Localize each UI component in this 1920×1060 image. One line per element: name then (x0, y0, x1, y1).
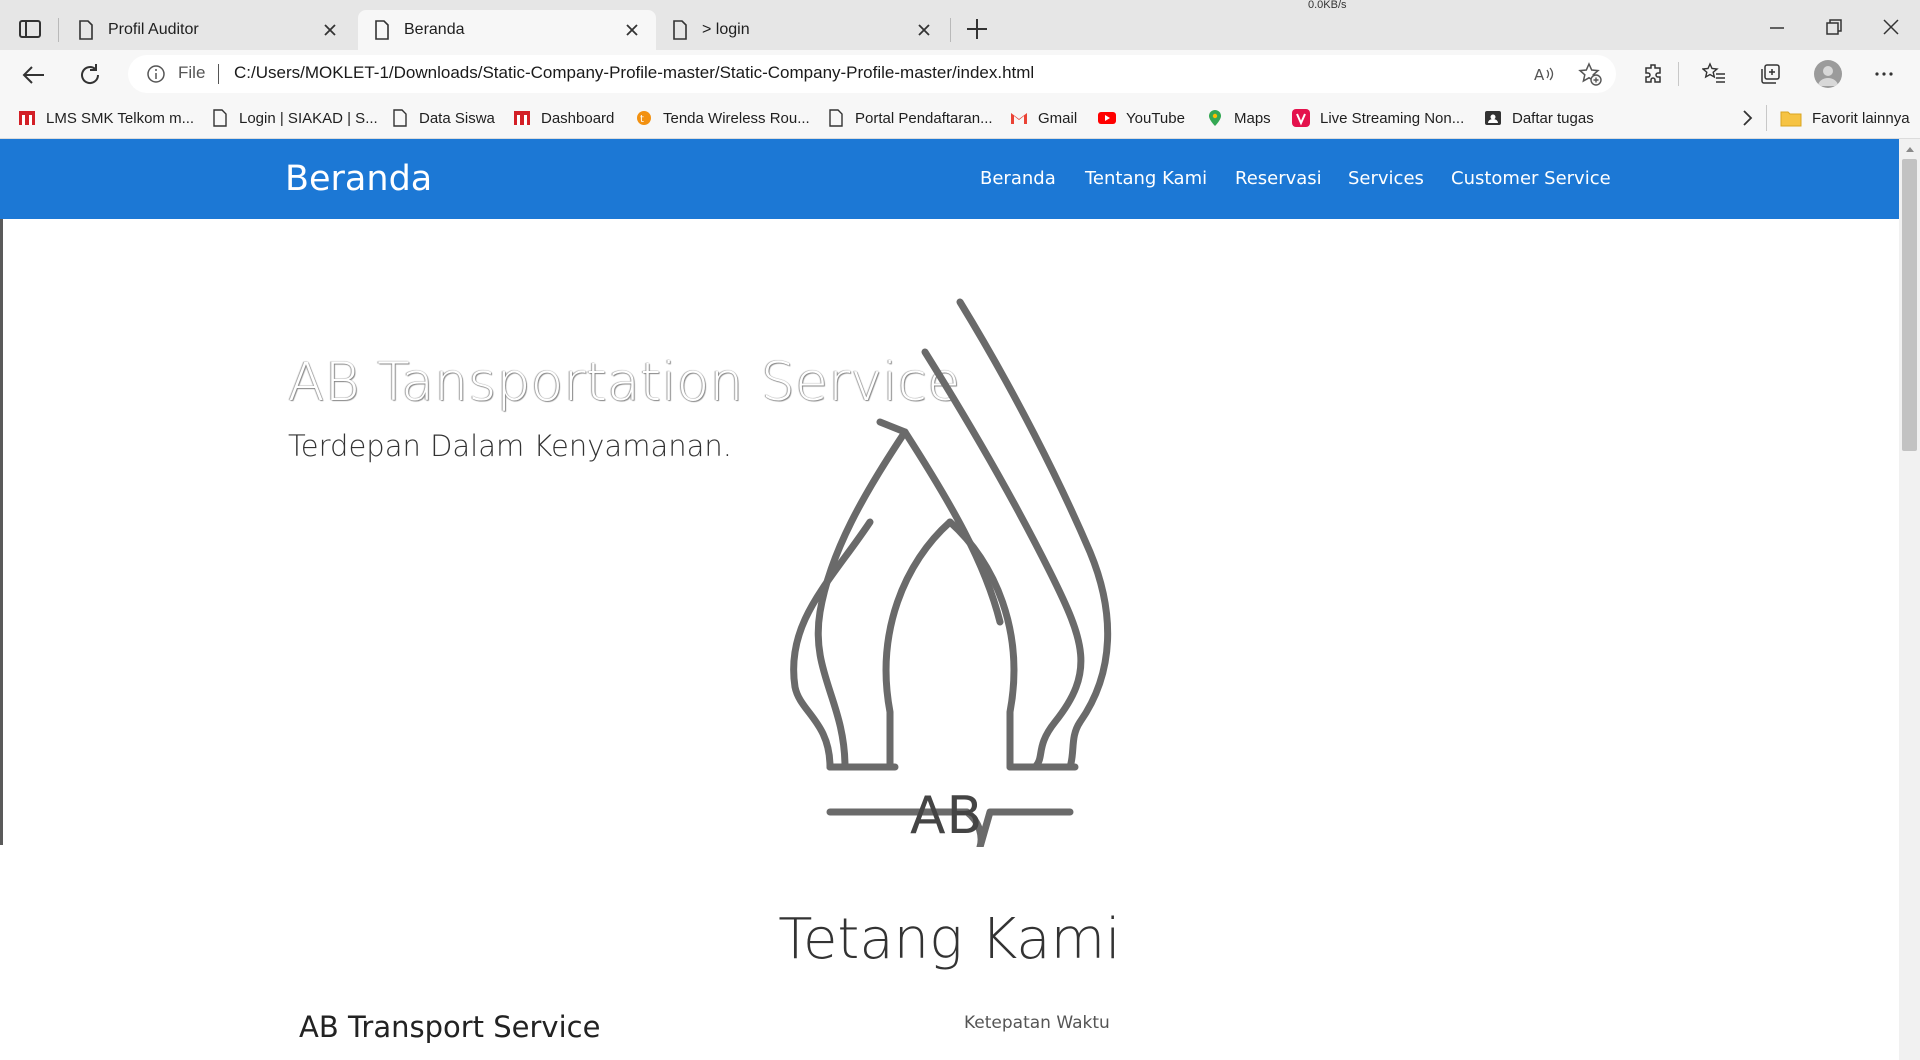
page-icon (213, 109, 227, 127)
info-icon[interactable] (146, 64, 166, 84)
bookmark-label: Daftar tugas (1512, 109, 1594, 127)
refresh-icon[interactable] (76, 61, 104, 89)
user-icon (1818, 66, 1838, 86)
page-icon (375, 20, 389, 40)
bookmark-gmail[interactable]: Gmail (1010, 107, 1077, 129)
close-window-icon[interactable] (1878, 14, 1904, 40)
scrollbar-thumb[interactable] (1902, 159, 1917, 451)
new-tab-icon[interactable] (964, 16, 990, 42)
favorites-icon[interactable] (1702, 62, 1726, 86)
extensions-icon[interactable] (1642, 62, 1666, 86)
bookmark-maps[interactable]: Maps (1206, 107, 1271, 129)
scheme-label: File (178, 63, 206, 82)
bookmark-lms[interactable]: LMS SMK Telkom m... (18, 107, 194, 129)
chevron-right-icon[interactable] (1738, 107, 1756, 129)
bookmark-label: Dashboard (541, 109, 615, 127)
more-options-icon[interactable] (1872, 62, 1896, 86)
about-subheading: AB Transport Service (299, 1010, 601, 1044)
folder-icon (1780, 111, 1802, 127)
bookmark-label: Maps (1234, 109, 1271, 127)
close-tab-icon[interactable] (622, 20, 642, 40)
bookmark-vidio[interactable]: Live Streaming Non... (1292, 107, 1464, 129)
restore-icon[interactable] (1821, 14, 1847, 40)
nav-link-tentang-kami[interactable]: Tentang Kami (1085, 168, 1207, 189)
site-brand[interactable]: Beranda (285, 159, 432, 199)
nav-link-reservasi[interactable]: Reservasi (1235, 168, 1322, 189)
url-text[interactable]: C:/Users/MOKLET-1/Downloads/Static-Compa… (234, 63, 1034, 83)
tab-login[interactable]: > login (656, 10, 948, 50)
bookmark-data-siswa[interactable]: Data Siswa (391, 107, 495, 129)
bookmark-tenda[interactable]: t Tenda Wireless Rou... (635, 107, 810, 129)
page-icon (79, 20, 93, 40)
bookmark-label: Login | SIAKAD | S... (239, 109, 378, 127)
divider (218, 64, 219, 84)
close-tab-icon[interactable] (914, 20, 934, 40)
tab-title: Beranda (404, 21, 465, 38)
tab-profil-auditor[interactable]: Profil Auditor (62, 10, 354, 50)
logo-text: AB (910, 786, 984, 846)
back-icon[interactable] (20, 61, 48, 89)
bookmark-label: Tenda Wireless Rou... (663, 109, 810, 127)
company-logo (790, 298, 1112, 847)
collections-icon[interactable] (1758, 62, 1782, 86)
add-favorite-icon[interactable] (1578, 62, 1602, 86)
bookmark-label: Favorit lainnya (1812, 109, 1910, 127)
divider (1678, 62, 1679, 86)
maps-icon (1209, 110, 1221, 126)
tenda-icon: t (637, 111, 651, 125)
other-favorites[interactable]: Favorit lainnya (1780, 107, 1910, 129)
telkom-icon (19, 111, 35, 125)
youtube-icon (1098, 112, 1116, 124)
bookmark-label: YouTube (1126, 109, 1185, 127)
svg-text:A: A (1534, 66, 1545, 84)
bookmark-daftar-tugas[interactable]: Daftar tugas (1484, 107, 1594, 129)
bookmark-label: Portal Pendaftaran... (855, 109, 993, 127)
bookmark-portal[interactable]: Portal Pendaftaran... (827, 107, 993, 129)
vidio-icon (1292, 109, 1310, 127)
close-tab-icon[interactable] (320, 20, 340, 40)
bookmark-dashboard[interactable]: Dashboard (513, 107, 614, 129)
bookmark-label: Data Siswa (419, 109, 495, 127)
nav-link-beranda[interactable]: Beranda (980, 168, 1056, 189)
minimize-icon[interactable] (1764, 14, 1790, 40)
network-speed: 0.0KB/s (1308, 0, 1347, 11)
page-viewport: Beranda Beranda Tentang Kami Reservasi S… (0, 139, 1920, 1060)
site-navbar: Beranda Beranda Tentang Kami Reservasi S… (0, 139, 1899, 219)
bookmark-label: Gmail (1038, 109, 1078, 127)
profile-avatar[interactable] (1814, 60, 1842, 88)
scroll-up-icon[interactable] (1904, 143, 1916, 155)
about-heading: Tetang Kami (778, 907, 1121, 972)
page-icon (673, 20, 687, 40)
page-icon (393, 109, 407, 127)
nav-link-customer-service[interactable]: Customer Service (1451, 168, 1611, 189)
about-feature: Ketepatan Waktu (964, 1013, 1110, 1033)
bookmark-label: LMS SMK Telkom m... (46, 109, 195, 127)
read-aloud-icon[interactable]: A (1532, 62, 1556, 86)
tab-strip: Profil Auditor Beranda > login 0.0KB/s (0, 0, 1920, 50)
svg-text:t: t (640, 114, 644, 125)
gmail-icon (1011, 113, 1027, 124)
page-icon (829, 109, 843, 127)
hero-subtitle: Terdepan Dalam Kenyamanan. (288, 429, 732, 463)
tab-actions-icon[interactable] (18, 18, 44, 40)
tab-title: > login (702, 21, 750, 38)
tab-title: Profil Auditor (108, 21, 199, 38)
tab-beranda[interactable]: Beranda (358, 10, 656, 50)
divider (1766, 105, 1767, 131)
nav-link-services[interactable]: Services (1348, 168, 1424, 189)
telkom-icon (514, 111, 530, 125)
bookmark-label: Live Streaming Non... (1320, 109, 1465, 127)
bookmark-siakad[interactable]: Login | SIAKAD | S... (211, 107, 378, 129)
tasks-icon (1485, 111, 1501, 125)
bookmark-youtube[interactable]: YouTube (1098, 107, 1185, 129)
